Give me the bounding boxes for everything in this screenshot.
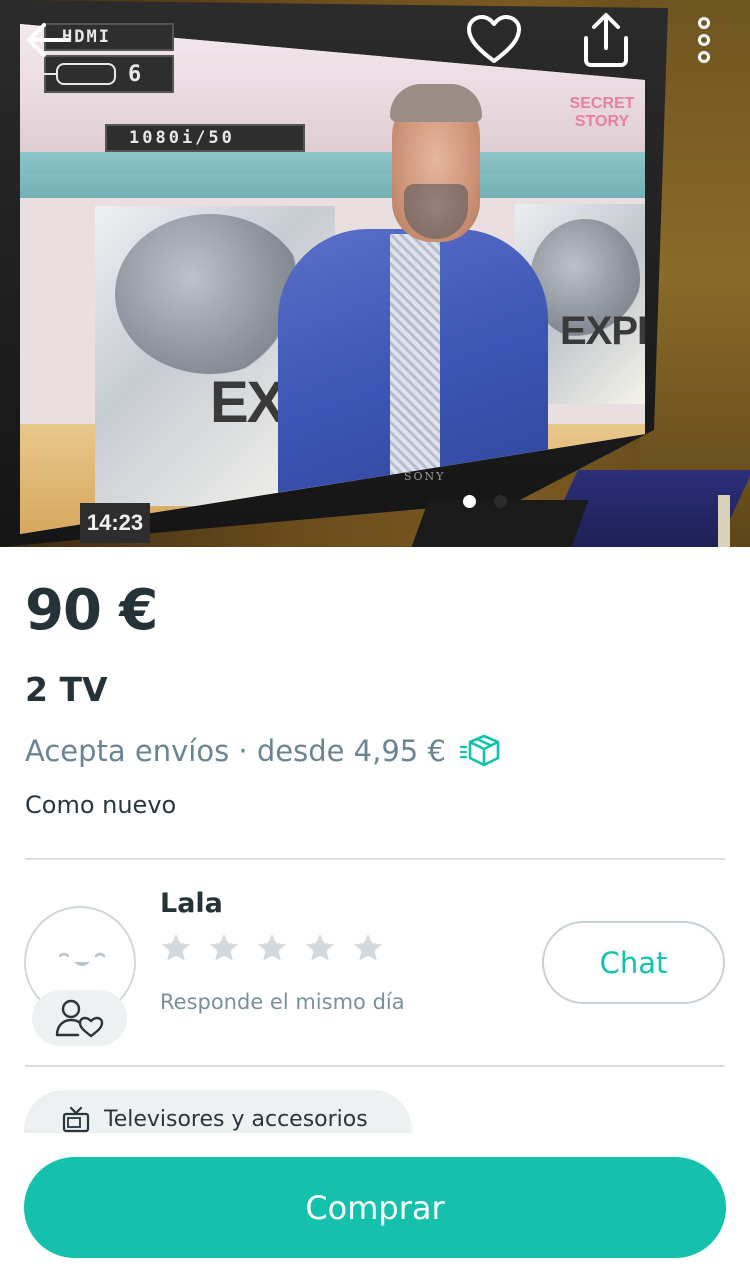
product-price: 90 € [25,578,158,643]
more-vertical-icon [698,17,710,63]
more-options-button[interactable] [674,10,734,70]
arrow-left-icon [27,23,70,57]
star-icon [258,934,286,961]
shipping-info: Acepta envíos · desde 4,95 € [25,733,502,769]
tv-brand-logo: SONY [404,470,446,483]
heart-icon [467,15,521,63]
shipping-text: Acepta envíos · desde 4,95 € [25,734,446,768]
share-button[interactable] [576,10,636,70]
onscreen-text-left: EX [210,370,285,435]
product-photo-carousel[interactable]: EX EXPR HDMI 6 1080i/50 SECRET STORY 14:… [0,0,750,547]
carousel-dot-active[interactable] [463,495,476,508]
star-icon [162,934,190,961]
favorite-button[interactable] [464,10,524,70]
seller-rating [160,932,384,964]
onscreen-text-right: EXPR [560,309,645,353]
tv-icon [62,1107,90,1133]
product-condition: Como nuevo [25,791,177,819]
osd-input-number: 6 [128,61,142,87]
buy-button[interactable]: Comprar [24,1157,726,1258]
star-icon [306,934,334,961]
chat-button[interactable]: Chat [542,921,725,1004]
tv-stand-leg [718,495,730,547]
carousel-indicator [463,495,507,508]
category-label: Televisores y accesorios [104,1107,368,1132]
share-icon [584,13,628,67]
star-icon [210,934,238,961]
carousel-dot[interactable] [494,495,507,508]
box-shipping-icon [459,734,500,767]
divider [25,1065,725,1067]
osd-resolution: 1080i/50 [105,124,305,152]
star-icon [354,934,382,961]
person-heart-icon [55,999,103,1038]
channel-logo: SECRET STORY [569,95,635,130]
onscreen-clock: 14:23 [80,503,150,543]
back-button[interactable] [18,10,78,70]
divider [25,858,725,860]
seller-name[interactable]: Lala [160,888,223,919]
smiley-face-icon [58,952,106,966]
product-title: 2 TV [25,670,108,709]
seller-response-time: Responde el mismo día [160,990,405,1014]
follow-seller-button[interactable] [32,990,127,1046]
